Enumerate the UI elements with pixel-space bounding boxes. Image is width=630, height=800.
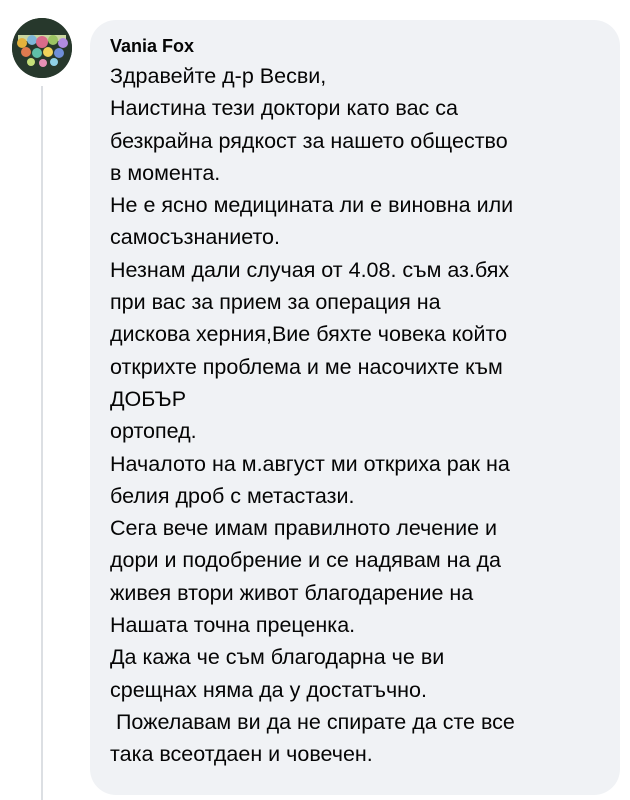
avatar[interactable]	[12, 18, 72, 78]
comment-text-line: Началото на м.август ми откриха рак на	[110, 451, 510, 476]
comment-text-line: Сега вече имам правилното лечение и	[110, 516, 498, 541]
comment-text-line: Да кажа че съм благодарна че ви	[110, 645, 445, 670]
comment-text-line: ДОБЪР	[110, 386, 187, 411]
comment-text-line: в момента.	[110, 160, 221, 185]
comment-text-line: ортопед.	[110, 419, 197, 444]
comment-text-line: дискова херния,Вие бяхте човека който	[110, 322, 508, 347]
comment-text-line: Здравейте д-р Весви,	[110, 64, 327, 88]
comment-text-line: Нашата точна преценка.	[110, 613, 356, 638]
comment-text-line: открихте проблема и ме насочихте към	[110, 354, 503, 379]
comment-text-line: живея втори живот благодарение на	[110, 580, 474, 605]
comment-bubble: Vania Fox Здравейте д-р Весви, Наистина …	[90, 20, 620, 795]
comment-author[interactable]: Vania Fox	[110, 34, 602, 58]
comment-text-line: белия дроб с метастази.	[110, 483, 355, 508]
comment-text-line: безкрайна рядкост за нашето общество	[110, 128, 508, 153]
profile-picture-icon	[12, 18, 72, 78]
comment-text-line: при вас за прием за операция на	[110, 290, 441, 315]
comment-text-line: така всеотдаен и човечен.	[110, 742, 373, 767]
comment-text-line: срещнах няма да у достатъчно.	[110, 677, 427, 702]
comment-text-line: самосъзнанието.	[110, 225, 280, 250]
comment-text-line: Незнам дали случая от 4.08. съм аз.бях	[110, 257, 510, 282]
comment-text-line: дори и подобрение и се надявам на да	[110, 548, 501, 573]
thread-line	[41, 86, 43, 800]
comment-text-line: Наистина тези доктори като вас са	[110, 96, 458, 121]
comment-text-line: Пожелавам ви да не спирате да сте все	[110, 709, 515, 734]
comment-text: Здравейте д-р Весви, Наистина тези докто…	[110, 60, 602, 771]
comment-text-line: Не е ясно медицината ли е виновна или	[110, 193, 514, 218]
